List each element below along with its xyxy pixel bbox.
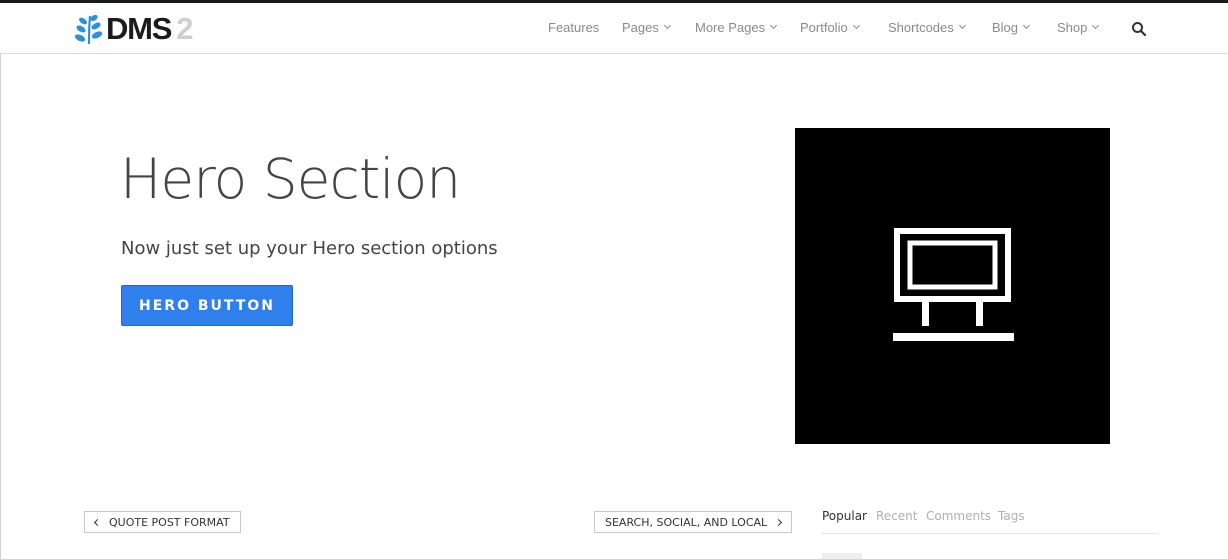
- nav-item-label: Shop: [1057, 20, 1088, 35]
- nav-item-pages[interactable]: Pages: [622, 20, 671, 35]
- prev-post-label: QUOTE POST FORMAT: [109, 515, 230, 529]
- nav-item-shop[interactable]: Shop: [1057, 20, 1100, 35]
- post-thumbnail[interactable]: [822, 553, 862, 559]
- nav-item-portfolio[interactable]: Portfolio: [800, 20, 860, 35]
- chevron-left-icon: [93, 518, 102, 526]
- next-post-button[interactable]: SEARCH, SOCIAL, AND LOCAL: [594, 511, 793, 533]
- chevron-down-icon: [958, 21, 966, 30]
- left-edge-divider: [0, 3, 1, 559]
- tab-popular[interactable]: Popular: [822, 509, 867, 523]
- chevron-down-icon: [1092, 21, 1100, 30]
- nav-item-label: Features: [548, 20, 600, 35]
- tab-comments[interactable]: Comments: [926, 509, 991, 523]
- next-post-label: SEARCH, SOCIAL, AND LOCAL: [605, 515, 768, 529]
- hero-image: [795, 128, 1110, 444]
- chevron-right-icon: [775, 518, 783, 526]
- main-nav: Features Pages More Pages Portfolio Shor…: [0, 3, 1228, 54]
- chevron-down-icon: [770, 21, 778, 30]
- site-header: DMS 2 Features Pages More Pages Portfoli…: [0, 3, 1228, 54]
- chevron-down-icon: [1022, 21, 1031, 30]
- hero-button[interactable]: HERO BUTTON: [121, 285, 293, 326]
- chevron-down-icon: [663, 21, 671, 30]
- monitor-icon: [893, 228, 1014, 341]
- nav-item-label: Pages: [622, 20, 659, 35]
- tab-recent[interactable]: Recent: [876, 509, 917, 523]
- hero-subtitle: Now just set up your Hero section option…: [121, 238, 498, 259]
- nav-item-shortcodes[interactable]: Shortcodes: [888, 20, 966, 35]
- nav-item-features[interactable]: Features: [548, 20, 599, 35]
- sidebar-tabs: Popular Recent Comments Tags: [822, 509, 1158, 534]
- chevron-down-icon: [852, 21, 860, 30]
- prev-post-button[interactable]: QUOTE POST FORMAT: [84, 511, 241, 533]
- nav-item-label: Portfolio: [800, 20, 848, 35]
- tab-tags[interactable]: Tags: [998, 509, 1025, 523]
- nav-item-blog[interactable]: Blog: [992, 20, 1031, 35]
- search-icon[interactable]: [1131, 21, 1147, 37]
- nav-item-label: Blog: [992, 20, 1019, 35]
- nav-item-label: More Pages: [695, 20, 766, 35]
- hero-title: Hero Section: [120, 147, 461, 211]
- nav-item-label: Shortcodes: [888, 20, 954, 35]
- nav-item-more-pages[interactable]: More Pages: [695, 20, 778, 35]
